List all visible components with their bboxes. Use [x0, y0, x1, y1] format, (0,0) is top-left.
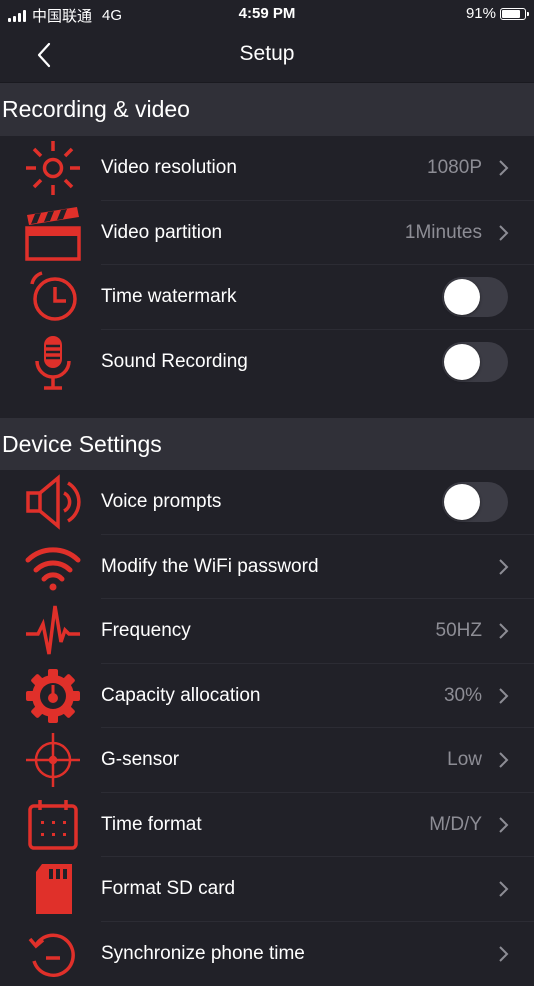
wifi-icon — [22, 536, 84, 598]
row-wifi-password[interactable]: Modify the WiFi password — [0, 535, 534, 600]
battery-percent: 91% — [466, 5, 496, 22]
row-sync-phone-time[interactable]: Synchronize phone time — [0, 922, 534, 986]
waveform-icon — [22, 600, 84, 662]
status-right: 91% — [466, 5, 526, 22]
row-sound-recording: Sound Recording — [0, 330, 534, 395]
row-g-sensor[interactable]: G-sensor Low — [0, 728, 534, 793]
nav-bar: Setup — [0, 28, 534, 83]
alarm-clock-icon — [22, 266, 84, 328]
row-label: Frequency — [101, 620, 191, 642]
battery-icon — [500, 8, 526, 20]
sd-card-icon — [22, 858, 84, 920]
row-value: M/D/Y — [429, 814, 482, 836]
brightness-icon — [22, 137, 84, 199]
row-time-format[interactable]: Time format M/D/Y — [0, 793, 534, 858]
row-label: G-sensor — [101, 749, 179, 771]
chevron-right-icon — [496, 558, 510, 576]
page-title: Setup — [0, 42, 534, 66]
speaker-icon — [22, 471, 84, 533]
row-label: Video partition — [101, 222, 222, 244]
status-bar: 中国联通 4G 4:59 PM 91% — [0, 0, 534, 28]
row-value: 30% — [444, 685, 482, 707]
row-label: Modify the WiFi password — [101, 556, 319, 578]
row-label: Time watermark — [101, 286, 236, 308]
status-time: 4:59 PM — [0, 5, 534, 22]
chevron-right-icon — [496, 880, 510, 898]
row-format-sd-card[interactable]: Format SD card — [0, 857, 534, 922]
sync-clock-icon — [22, 923, 84, 985]
row-label: Video resolution — [101, 157, 237, 179]
time-watermark-toggle[interactable] — [442, 277, 508, 317]
row-label: Time format — [101, 814, 202, 836]
clapperboard-icon — [22, 202, 84, 264]
row-value: 50HZ — [436, 620, 482, 642]
row-label: Sound Recording — [101, 351, 248, 373]
row-voice-prompts: Voice prompts — [0, 470, 534, 535]
section-header-device: Device Settings — [0, 418, 534, 470]
row-value: 1080P — [427, 157, 482, 179]
chevron-right-icon — [496, 224, 510, 242]
row-label: Voice prompts — [101, 491, 221, 513]
section-header-recording: Recording & video — [0, 83, 534, 136]
gear-gauge-icon — [22, 665, 84, 727]
row-label: Synchronize phone time — [101, 943, 305, 965]
section-gap — [0, 394, 534, 418]
row-frequency[interactable]: Frequency 50HZ — [0, 599, 534, 664]
row-time-watermark: Time watermark — [0, 265, 534, 330]
chevron-right-icon — [496, 622, 510, 640]
chevron-right-icon — [496, 687, 510, 705]
row-value: 1Minutes — [405, 222, 482, 244]
voice-prompts-toggle[interactable] — [442, 482, 508, 522]
chevron-right-icon — [496, 945, 510, 963]
microphone-icon — [22, 331, 84, 393]
crosshair-icon — [22, 729, 84, 791]
sound-recording-toggle[interactable] — [442, 342, 508, 382]
row-value: Low — [447, 749, 482, 771]
chevron-right-icon — [496, 816, 510, 834]
row-video-partition[interactable]: Video partition 1Minutes — [0, 201, 534, 266]
row-capacity-allocation[interactable]: Capacity allocation 30% — [0, 664, 534, 729]
row-label: Capacity allocation — [101, 685, 260, 707]
chevron-right-icon — [496, 159, 510, 177]
row-label: Format SD card — [101, 878, 235, 900]
chevron-right-icon — [496, 751, 510, 769]
row-video-resolution[interactable]: Video resolution 1080P — [0, 136, 534, 201]
calendar-icon — [22, 794, 84, 856]
